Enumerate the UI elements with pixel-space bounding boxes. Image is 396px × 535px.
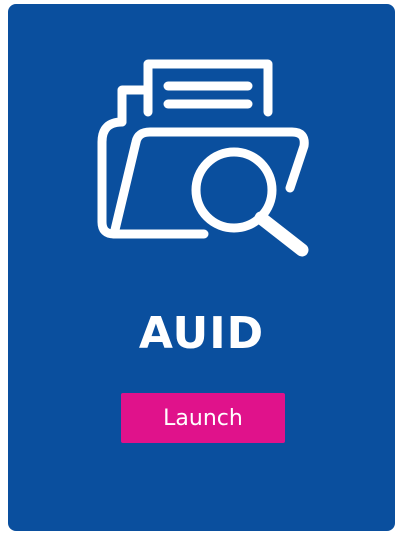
app-card: AUID Launch: [8, 4, 395, 531]
folder-search-icon: [97, 59, 309, 257]
app-title: AUID: [138, 308, 265, 359]
launch-button[interactable]: Launch: [121, 393, 285, 443]
